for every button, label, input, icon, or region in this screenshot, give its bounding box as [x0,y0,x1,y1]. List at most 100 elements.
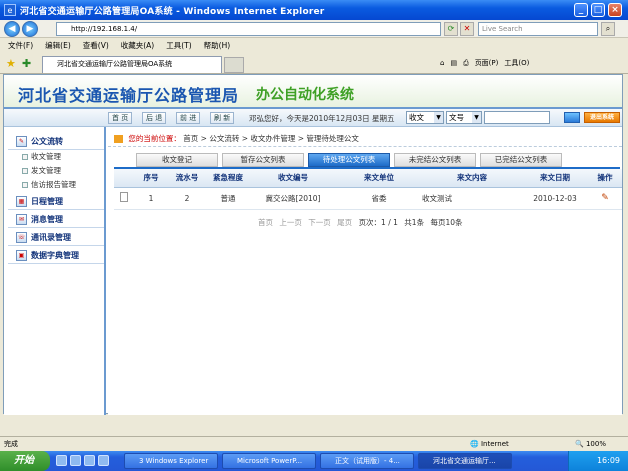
page-back-button[interactable]: 后 退 [142,112,167,124]
menu-view[interactable]: 查看(V) [83,40,109,51]
app-quicklaunch-icon[interactable] [98,455,109,466]
refresh-icon[interactable]: ⟳ [444,22,458,36]
menu-help[interactable]: 帮助(H) [204,40,231,51]
sidebar-item-label: 信访报告管理 [31,180,76,189]
field-value: 文号 [449,113,464,122]
pagination: 首页 上一页 下一页 尾页 页次：1 / 1 共1条 每页10条 [258,217,467,228]
tools-menu[interactable]: 工具(O) [504,58,529,68]
pager-per-page: 每页10条 [430,218,463,227]
forward-button[interactable]: ▶ [22,21,38,37]
sidebar-item-incoming[interactable]: 收文管理 [22,151,61,162]
doc-type-select[interactable]: 收文 ▼ [406,111,444,124]
sidebar-group-label: 数据字典管理 [31,250,79,260]
search-go-button[interactable] [564,112,580,123]
maximize-button[interactable]: □ [591,3,605,17]
cell-number[interactable]: 冀交公路[2010] [250,187,336,210]
menu-favorites[interactable]: 收藏夹(A) [121,40,154,51]
col-checkbox [114,169,134,188]
pager-next[interactable]: 下一页 [308,218,331,227]
search-icon[interactable]: ⌕ [601,22,615,36]
zoom-control[interactable]: 🔍 100% [575,437,606,451]
main-content: 您的当前位置： 首页 > 公文流转 > 收文办件管理 > 管理待处理公文 收文登… [108,127,622,415]
clock[interactable]: 16:09 [597,456,620,465]
browser-tab-active[interactable]: 河北省交通运输厅公路管理局OA系统 [42,56,222,73]
tab-finished-list[interactable]: 已完结公文列表 [480,153,562,167]
home-icon[interactable]: ⌂ [440,59,444,67]
task-document[interactable]: 正文（试用版）- 4... [320,453,414,469]
tab-unfinished-list[interactable]: 未完结公文列表 [394,153,476,167]
dictionary-icon: ▣ [16,249,27,261]
feeds-icon[interactable]: ▤ [450,59,457,67]
col-action: 操作 [588,169,622,188]
browser-tab-row: ★ ✚ 河北省交通运输厅公路管理局OA系统 ⌂ ▤ ⎙ 页面(P) 工具(O) [0,52,628,74]
sidebar-group-contacts[interactable]: ☏ 通讯录管理 [8,229,104,246]
menu-tools[interactable]: 工具(T) [166,40,191,51]
add-favorite-icon[interactable]: ✚ [22,57,31,70]
address-input[interactable]: http://192.168.1.4/ [56,22,441,36]
item-icon [22,153,28,160]
edit-icon[interactable]: ✎ [600,193,610,203]
item-icon [22,181,28,188]
contacts-icon: ☏ [16,231,27,243]
search-input[interactable]: Live Search [478,22,598,36]
breadcrumb: 您的当前位置： 首页 > 公文流转 > 收文办件管理 > 管理待处理公文 [108,131,622,147]
window-title: 河北省交通运输厅公路管理局OA系统 - Windows Internet Exp… [20,6,325,17]
sidebar-item-label: 收文管理 [31,152,61,161]
page-forward-button[interactable]: 前 进 [176,112,201,124]
message-icon: ✉ [16,213,27,225]
ie-quicklaunch-icon[interactable] [56,455,67,466]
sidebar-group-messages[interactable]: ✉ 消息管理 [8,211,104,228]
tab-draft-list[interactable]: 暂存公文列表 [222,153,304,167]
home-button[interactable]: 首 页 [108,112,133,124]
tab-pending-list[interactable]: 待处理公文列表 [308,153,390,167]
cell-serial: 2 [168,187,206,210]
sidebar-group-dictionary[interactable]: ▣ 数据字典管理 [8,247,104,264]
back-button[interactable]: ◀ [4,21,20,37]
task-powerpoint[interactable]: Microsoft PowerP... [222,453,316,469]
close-button[interactable]: × [608,3,622,17]
field-select[interactable]: 文号 ▼ [446,111,482,124]
breadcrumb-path[interactable]: 首页 > 公文流转 > 收文办件管理 > 管理待处理公文 [183,134,359,143]
task-windows-explorer[interactable]: 3 Windows Explorer [124,453,218,469]
chevron-down-icon: ▼ [472,112,481,123]
media-quicklaunch-icon[interactable] [84,455,95,466]
stop-icon[interactable]: ✕ [460,22,474,36]
cell-content[interactable]: 收文测试 [422,187,522,210]
sidebar-group-schedule[interactable]: ▦ 日程管理 [8,193,104,210]
document-table: 序号 流水号 紧急程度 收文编号 来文单位 来文内容 来文日期 操作 1 2 普… [114,169,622,210]
page-refresh-button[interactable]: 刷 新 [210,112,235,124]
keyword-input[interactable] [484,111,550,124]
system-tray: 16:09 [568,451,628,471]
sidebar-group-document-flow[interactable]: ✎ 公文流转 [8,133,104,150]
col-unit: 来文单位 [336,169,422,188]
table-row[interactable]: 1 2 普通 冀交公路[2010] 省委 收文测试 2010-12-03 ✎ [114,187,622,210]
sidebar-item-outgoing[interactable]: 发文管理 [22,165,61,176]
favorites-star-icon[interactable]: ★ [6,57,16,70]
zone-label: 🌐 Internet [470,440,509,448]
print-icon[interactable]: ⎙ [463,59,469,68]
page-toolbar: 首 页 后 退 前 进 刷 新 邓弘您好，今天是2010年12月03日 星期五 … [4,109,622,127]
table-header-row: 序号 流水号 紧急程度 收文编号 来文单位 来文内容 来文日期 操作 [114,169,622,188]
pager-prev[interactable]: 上一页 [279,218,302,227]
menu-edit[interactable]: 编辑(E) [45,40,71,51]
task-ie-active[interactable]: 河北省交通运输厅... [418,453,512,469]
banner: 河北省交通运输厅公路管理局 办公自动化系统 [4,75,622,109]
pager-pages: 页次：1 / 1 [358,218,398,227]
tab-register[interactable]: 收文登记 [136,153,218,167]
cell-unit: 省委 [336,187,422,210]
pager-first[interactable]: 首页 [258,218,273,227]
logout-button[interactable]: 退出系统 [584,112,620,123]
new-tab-button[interactable] [224,57,244,73]
document-icon [120,192,128,202]
menu-file[interactable]: 文件(F) [8,40,33,51]
pager-last[interactable]: 尾页 [337,218,352,227]
page-menu[interactable]: 页面(P) [475,58,499,68]
desktop-quicklaunch-icon[interactable] [70,455,81,466]
start-button[interactable]: 开始 [0,451,50,471]
sidebar-item-petition[interactable]: 信访报告管理 [22,179,76,190]
sidebar-item-label: 发文管理 [31,166,61,175]
location-icon [114,135,123,143]
menu-bar: 文件(F) 编辑(E) 查看(V) 收藏夹(A) 工具(T) 帮助(H) [0,38,628,52]
breadcrumb-label: 您的当前位置： [128,134,181,143]
minimize-button[interactable]: _ [574,3,588,17]
